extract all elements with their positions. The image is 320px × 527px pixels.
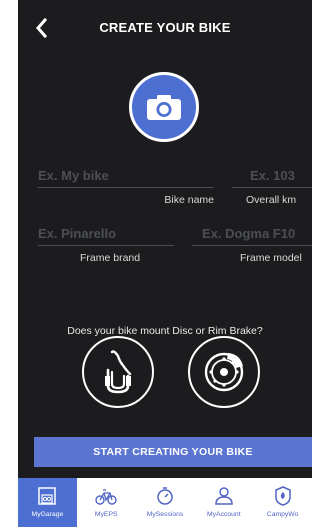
frame-brand-input[interactable]: Ex. Pinarello <box>38 226 174 246</box>
campy-icon <box>272 485 294 507</box>
tab-myeps[interactable]: MyEPS <box>77 478 136 527</box>
bike-name-field[interactable]: Ex. My bike Bike name <box>38 168 214 206</box>
disc-brake-button[interactable] <box>188 336 260 408</box>
page-title: CREATE YOUR BIKE <box>99 20 231 35</box>
tab-label: MyAccount <box>206 511 241 518</box>
disc-brake-icon <box>204 352 244 392</box>
start-creating-bike-button[interactable]: START CREATING YOUR BIKE <box>34 437 312 467</box>
top-bar: CREATE YOUR BIKE <box>18 0 312 56</box>
tab-label: MyEPS <box>94 511 118 518</box>
frame-brand-field[interactable]: Ex. Pinarello Frame brand <box>38 226 174 264</box>
tab-label: MyGarage <box>31 511 64 518</box>
rim-brake-icon <box>105 350 132 394</box>
overall-km-field[interactable]: Ex. 103 Overall km <box>232 168 312 206</box>
overall-km-input[interactable]: Ex. 103 <box>232 168 312 188</box>
frame-model-field[interactable]: Ex. Dogma F10 Frame model <box>192 226 312 264</box>
tab-campywo[interactable]: CampyWo <box>253 478 312 527</box>
stopwatch-icon <box>154 485 176 507</box>
user-icon <box>213 485 235 507</box>
rim-brake-button[interactable] <box>82 336 154 408</box>
bike-name-input[interactable]: Ex. My bike <box>38 168 214 188</box>
tab-label: CampyWo <box>266 511 299 518</box>
frame-model-input[interactable]: Ex. Dogma F10 <box>192 226 312 246</box>
tab-mysessions[interactable]: MySessions <box>136 478 195 527</box>
garage-icon <box>36 485 58 507</box>
bike-name-label: Bike name <box>164 194 214 206</box>
tab-label: MySessions <box>146 511 184 518</box>
bottom-tab-bar: MyGarage MyEPS MySessions MyAccount Camp… <box>18 478 312 527</box>
bike-icon <box>95 485 117 507</box>
frame-brand-label: Frame brand <box>80 252 141 264</box>
tab-myaccount[interactable]: MyAccount <box>194 478 253 527</box>
add-photo-button[interactable] <box>129 72 199 142</box>
frame-model-label: Frame model <box>240 252 302 264</box>
tab-mygarage[interactable]: MyGarage <box>18 478 77 527</box>
overall-km-label: Overall km <box>246 194 297 206</box>
screen: CREATE YOUR BIKE Ex. My bike Bike name E… <box>18 0 312 527</box>
brake-question: Does your bike mount Disc or Rim Brake? <box>67 325 263 337</box>
camera-icon <box>147 95 181 120</box>
